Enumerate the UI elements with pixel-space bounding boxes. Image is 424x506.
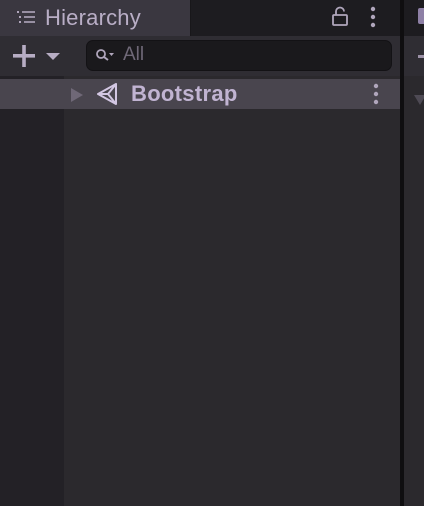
unity-scene-icon xyxy=(97,83,117,105)
adjacent-tab-strip xyxy=(404,0,424,36)
tree-item-bootstrap[interactable]: Bootstrap xyxy=(0,79,400,109)
create-dropdown-button[interactable] xyxy=(10,42,66,70)
caret-down-icon xyxy=(46,53,60,60)
hierarchy-tree: Bootstrap xyxy=(0,76,400,506)
foldout-arrow-icon[interactable] xyxy=(70,87,84,103)
kebab-menu-icon[interactable] xyxy=(367,6,379,28)
hierarchy-toolbar xyxy=(0,36,400,76)
tab-title: Hierarchy xyxy=(45,5,141,30)
tree-item-label: Bootstrap xyxy=(131,81,238,106)
adjacent-toolbar xyxy=(404,36,424,76)
search-field[interactable] xyxy=(86,40,392,71)
adjacent-panel xyxy=(404,0,424,506)
plus-icon xyxy=(13,45,35,67)
list-icon xyxy=(17,11,35,23)
tab-hierarchy[interactable]: Hierarchy xyxy=(0,0,191,36)
foldout-arrow-icon[interactable] xyxy=(414,94,424,106)
adjacent-tab-icon[interactable] xyxy=(418,8,424,24)
minus-icon[interactable] xyxy=(418,55,424,58)
tab-strip: Hierarchy xyxy=(0,0,400,36)
hierarchy-panel: Hierarchy All Bootstrap xyxy=(0,0,400,506)
lock-icon[interactable] xyxy=(331,6,349,26)
search-icon xyxy=(96,49,114,61)
search-input[interactable] xyxy=(123,44,383,66)
kebab-menu-icon[interactable] xyxy=(370,83,382,105)
tree-gutter xyxy=(0,76,64,506)
